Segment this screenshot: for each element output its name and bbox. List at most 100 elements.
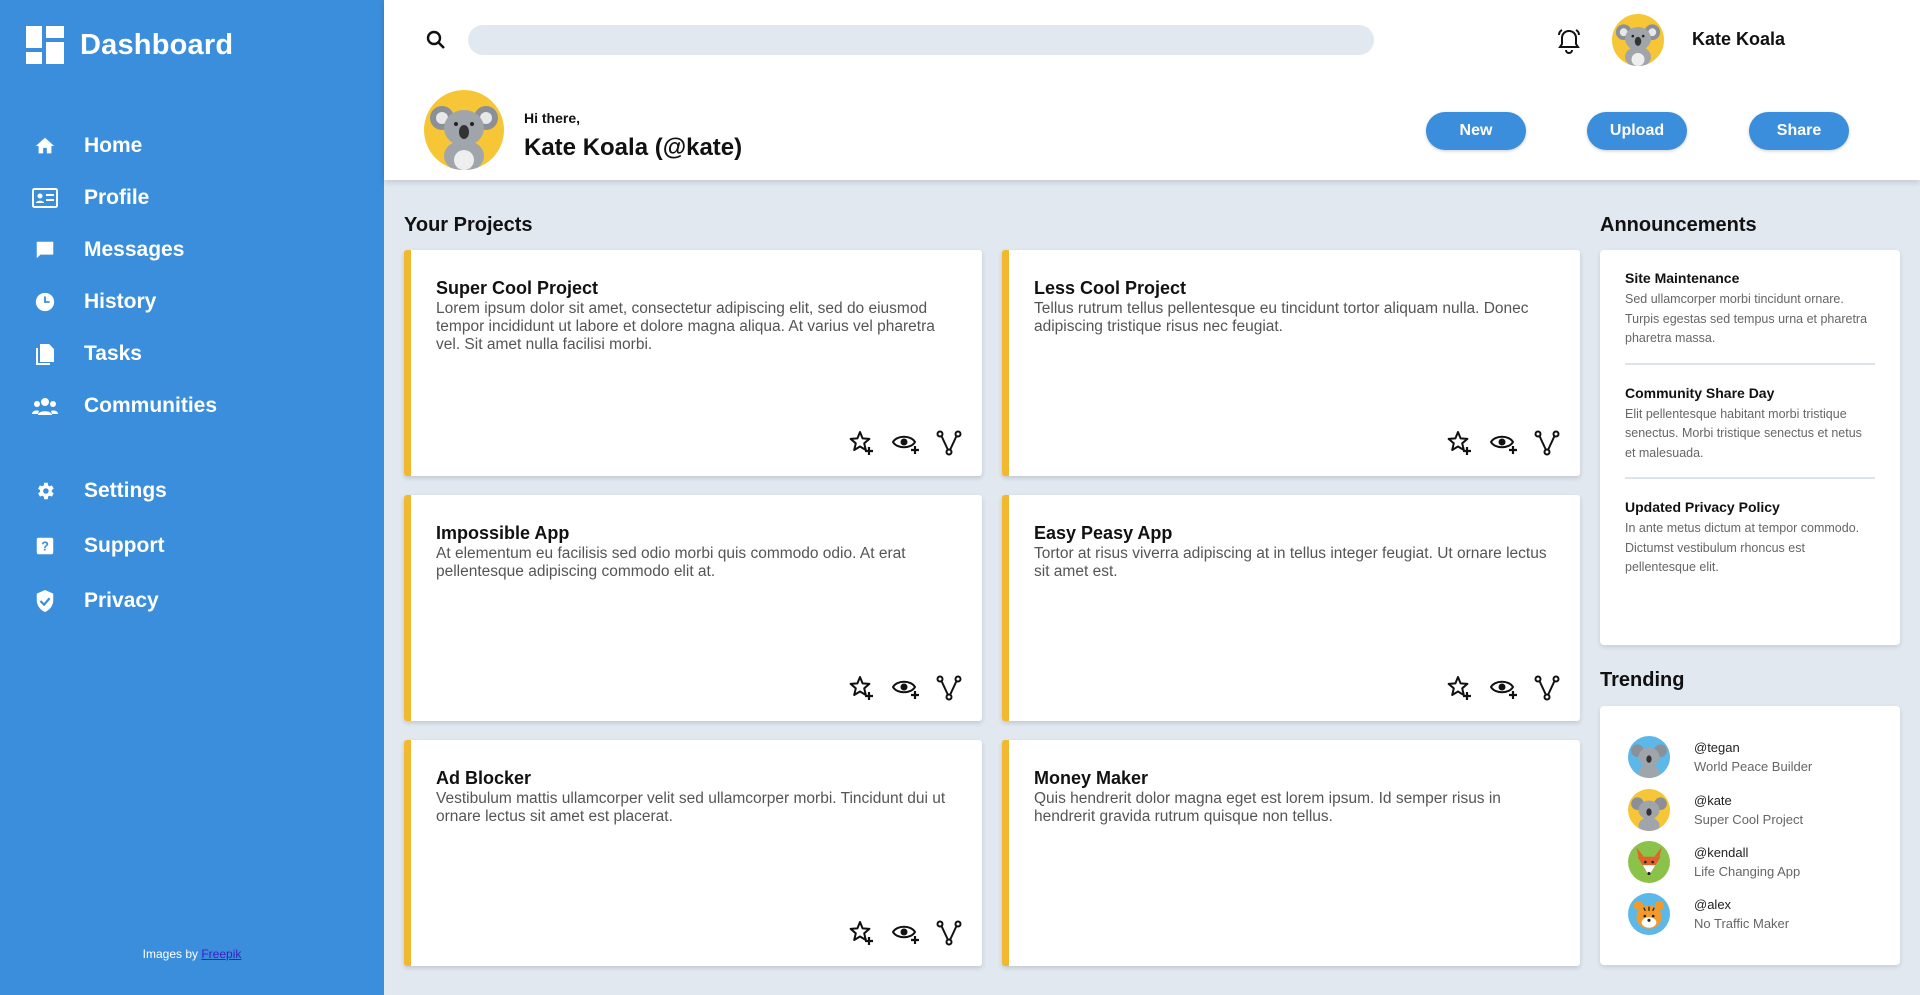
clock-icon (30, 287, 60, 317)
project-title[interactable]: Ad Blocker (436, 768, 531, 789)
nav-item-support[interactable]: ? Support (30, 518, 360, 573)
share-button[interactable]: Share (1749, 112, 1849, 150)
project-title[interactable]: Impossible App (436, 523, 569, 544)
trending-item[interactable]: @kendall Life Changing App (1628, 841, 1800, 883)
project-description: Quis hendrerit dolor magna eget est lore… (1034, 790, 1501, 825)
star-add-icon[interactable] (848, 675, 874, 701)
shield-icon (30, 586, 60, 616)
trending-item[interactable]: @tegan World Peace Builder (1628, 736, 1812, 778)
project-description: Tortor at risus viverra adipiscing at in… (1034, 545, 1547, 580)
nav-label: Communities (84, 394, 218, 417)
star-add-icon[interactable] (1446, 430, 1472, 456)
project-card[interactable]: Easy Peasy App Tortor at risus viverra ad… (1002, 495, 1580, 721)
trending-item[interactable]: @kate Super Cool Project (1628, 789, 1803, 831)
new-button[interactable]: New (1426, 112, 1526, 150)
star-add-icon[interactable] (1446, 675, 1472, 701)
project-title[interactable]: Super Cool Project (436, 278, 598, 299)
upload-button[interactable]: Upload (1587, 112, 1687, 150)
profile-name: Kate Koala (@kate) (524, 134, 743, 161)
nav-label: Profile (84, 186, 150, 209)
group-icon (30, 391, 60, 421)
watch-add-icon[interactable] (891, 675, 919, 701)
project-card[interactable]: Ad Blocker Vestibulum mattis ullamcorper … (404, 740, 982, 966)
trending-handle: @tegan (1694, 740, 1740, 755)
announcement-item[interactable]: Site Maintenance Sed ullamcorper morbi t… (1625, 250, 1875, 365)
bell-icon[interactable] (1554, 26, 1584, 56)
freepik-link[interactable]: Freepik (201, 947, 241, 961)
help-icon: ? (30, 531, 60, 561)
project-description: Tellus rutrum tellus pellentesque eu tin… (1034, 300, 1529, 335)
project-actions (1446, 675, 1560, 701)
nav-label: Support (84, 533, 165, 557)
brand-title: Dashboard (80, 28, 234, 61)
nav-label: Settings (84, 478, 167, 502)
message-icon (30, 235, 60, 265)
brand[interactable]: Dashboard (26, 26, 233, 64)
nav-item-tasks[interactable]: Tasks (30, 328, 360, 380)
nav-item-communities[interactable]: Communities (30, 380, 360, 432)
trending-project: World Peace Builder (1694, 759, 1813, 774)
user-avatar[interactable] (1612, 14, 1664, 66)
watch-add-icon[interactable] (1489, 430, 1517, 456)
announcements-panel: Site Maintenance Sed ullamcorper morbi t… (1600, 250, 1900, 645)
watch-add-icon[interactable] (1489, 675, 1517, 701)
fork-icon[interactable] (936, 430, 962, 456)
announcement-item[interactable]: Updated Privacy Policy In ante metus dic… (1625, 479, 1875, 592)
nav-item-privacy[interactable]: Privacy (30, 573, 360, 628)
fork-icon[interactable] (1534, 675, 1560, 701)
profile-avatar (424, 90, 504, 170)
announcement-body: In ante metus dictum at tempor commodo. … (1625, 521, 1860, 574)
nav-item-home[interactable]: Home (30, 120, 360, 172)
project-card[interactable]: Super Cool Project Lorem ipsum dolor sit … (404, 250, 982, 476)
project-card[interactable]: Less Cool Project Tellus rutrum tellus pe… (1002, 250, 1580, 476)
project-description: At elementum eu facilisis sed odio morbi… (436, 545, 906, 580)
announcement-title: Community Share Day (1625, 384, 1775, 401)
nav-label: Home (84, 134, 143, 157)
search-input[interactable] (468, 25, 1374, 55)
project-card[interactable]: Impossible App At elementum eu facilisis … (404, 495, 982, 721)
projects-title: Your Projects (404, 214, 533, 236)
trending-project: Super Cool Project (1694, 812, 1804, 827)
gear-icon (30, 476, 60, 506)
star-add-icon[interactable] (848, 430, 874, 456)
project-actions (1446, 430, 1560, 456)
id-card-icon (30, 183, 60, 213)
fork-icon[interactable] (1534, 430, 1560, 456)
trending-panel: @tegan World Peace Builder @kate Super C… (1600, 706, 1900, 965)
nav-item-history[interactable]: History (30, 276, 360, 328)
credit-prefix: Images by (142, 947, 202, 961)
nav-item-messages[interactable]: Messages (30, 224, 360, 276)
fork-icon[interactable] (936, 920, 962, 946)
project-title[interactable]: Money Maker (1034, 768, 1148, 789)
koala-avatar (1628, 789, 1670, 831)
project-title[interactable]: Less Cool Project (1034, 278, 1186, 299)
announcement-body: Elit pellentesque habitant morbi tristiq… (1625, 406, 1862, 460)
nav-label: Messages (84, 238, 185, 261)
svg-text:?: ? (41, 538, 49, 553)
image-credit: Images by Freepik (0, 947, 384, 961)
trending-project: Life Changing App (1694, 864, 1801, 879)
watch-add-icon[interactable] (891, 920, 919, 946)
home-icon (30, 131, 60, 161)
primary-nav: Home Profile Messages History Tasks Comm… (30, 120, 360, 432)
trending-title: Trending (1600, 669, 1685, 691)
announcements-title: Announcements (1600, 214, 1757, 236)
star-add-icon[interactable] (848, 920, 874, 946)
greeting: Hi there, (524, 110, 581, 126)
nav-item-settings[interactable]: Settings (30, 463, 360, 518)
header: Kate Koala Hi there, Kate Koala (@kate) … (384, 0, 1920, 180)
announcement-item[interactable]: Community Share Day Elit pellentesque ha… (1625, 365, 1875, 479)
search-icon[interactable] (424, 28, 448, 52)
trending-project: No Traffic Maker (1694, 916, 1790, 931)
documents-icon (30, 339, 60, 369)
watch-add-icon[interactable] (891, 430, 919, 456)
project-title[interactable]: Easy Peasy App (1034, 523, 1172, 544)
nav-item-profile[interactable]: Profile (30, 172, 360, 224)
project-card[interactable]: Money Maker Quis hendrerit dolor magna eg… (1002, 740, 1580, 966)
koala-avatar (1628, 736, 1670, 778)
trending-item[interactable]: @alex No Traffic Maker (1628, 893, 1789, 935)
project-actions (848, 920, 962, 946)
secondary-nav: Settings ? Support Privacy (30, 463, 360, 628)
fork-icon[interactable] (936, 675, 962, 701)
top-user-name[interactable]: Kate Koala (1692, 29, 1785, 50)
